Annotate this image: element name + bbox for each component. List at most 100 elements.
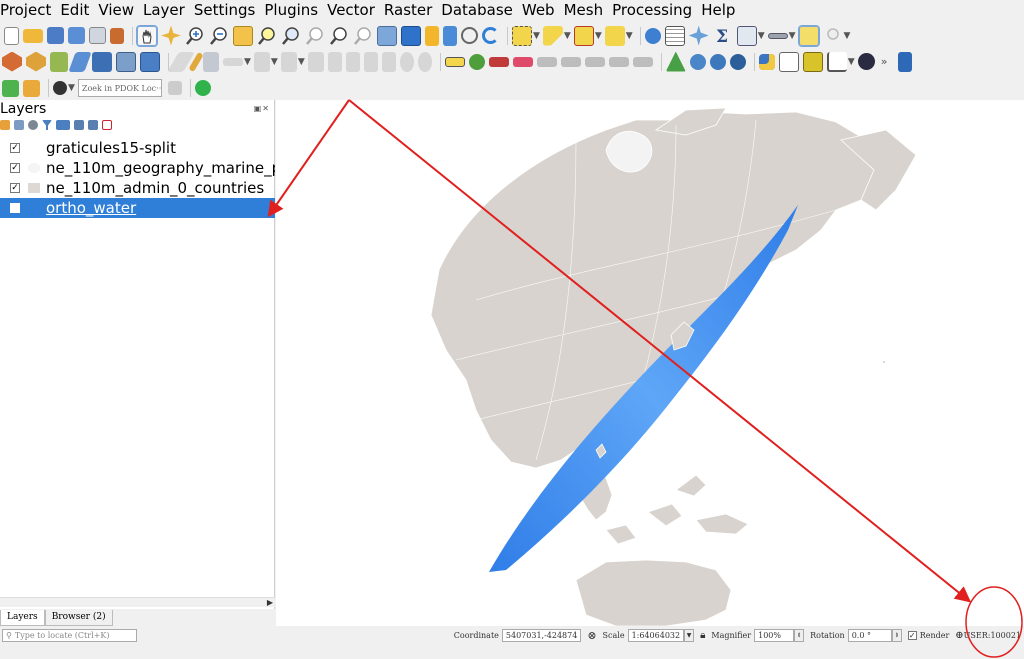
select-location-icon[interactable] bbox=[604, 25, 625, 46]
manage-visibility-icon[interactable] bbox=[28, 120, 38, 130]
measure-icon[interactable] bbox=[767, 32, 788, 39]
globe-icon[interactable] bbox=[709, 53, 726, 70]
delete-selected-icon[interactable] bbox=[327, 51, 342, 72]
layer-row-marine-polys[interactable]: ✓ ne_110m_geography_marine_polys bbox=[0, 158, 275, 178]
paste-features-icon[interactable] bbox=[381, 51, 396, 72]
menu-project[interactable]: Project bbox=[0, 0, 56, 21]
chevron-down-icon[interactable]: ▼ bbox=[626, 31, 633, 41]
chevron-down-icon[interactable]: ▼ bbox=[848, 57, 855, 67]
add-spatialite-icon[interactable] bbox=[50, 51, 68, 72]
python-icon[interactable] bbox=[758, 53, 775, 70]
label-tool-icon[interactable] bbox=[444, 56, 465, 67]
add-feature-icon[interactable] bbox=[253, 51, 270, 72]
pdok-globe-icon[interactable] bbox=[53, 81, 67, 95]
menu-raster[interactable]: Raster bbox=[380, 0, 437, 21]
layer-visibility-checkbox[interactable]: ✓ bbox=[10, 163, 20, 173]
layer-row-ortho-water[interactable]: ✓ ortho_water bbox=[0, 198, 275, 218]
globe-search-icon[interactable] bbox=[689, 53, 706, 70]
rotation-spin-icon[interactable]: ⇕ bbox=[891, 628, 902, 642]
menu-mesh[interactable]: Mesh bbox=[560, 0, 609, 21]
label-change-icon[interactable] bbox=[584, 56, 605, 67]
zoom-next-icon[interactable] bbox=[353, 26, 373, 46]
help-book-icon[interactable] bbox=[898, 51, 913, 72]
magnifier-field[interactable]: 100% bbox=[754, 628, 795, 642]
remove-layer-icon[interactable] bbox=[102, 120, 112, 130]
menu-help[interactable]: Help bbox=[697, 0, 740, 21]
overflow-chevron-icon[interactable]: » bbox=[881, 55, 888, 68]
label-pin-icon[interactable] bbox=[488, 56, 509, 67]
show-bookmarks-icon[interactable] bbox=[443, 25, 457, 46]
new-3d-view-icon[interactable] bbox=[401, 25, 421, 46]
label-highlight-icon[interactable] bbox=[512, 56, 533, 67]
field-calculator-icon[interactable] bbox=[736, 25, 757, 46]
pan-map-icon[interactable] bbox=[136, 24, 158, 47]
select-features-icon[interactable] bbox=[512, 25, 532, 46]
refresh-icon[interactable] bbox=[482, 27, 499, 44]
label-properties-icon[interactable] bbox=[632, 56, 653, 67]
copy-features-icon[interactable] bbox=[363, 51, 378, 72]
scroll-right-icon[interactable]: ▶ bbox=[267, 598, 273, 607]
lock-scale-icon[interactable]: 🔒︎ bbox=[700, 630, 705, 641]
save-project-icon[interactable] bbox=[47, 27, 64, 44]
select-by-value-icon[interactable] bbox=[542, 25, 563, 46]
add-vector-icon[interactable] bbox=[26, 51, 46, 72]
style-icon[interactable] bbox=[0, 120, 10, 130]
graph-icon[interactable] bbox=[826, 51, 847, 72]
undo-icon[interactable] bbox=[399, 51, 414, 72]
chevron-down-icon[interactable]: ▼ bbox=[533, 31, 540, 41]
map-grid-icon[interactable] bbox=[23, 79, 40, 97]
menu-edit[interactable]: Edit bbox=[56, 0, 94, 21]
bookmark-icon[interactable] bbox=[425, 25, 439, 46]
layer-row-graticules[interactable]: ✓ graticules15-split bbox=[0, 138, 275, 158]
layer-row-countries[interactable]: ✓ ne_110m_admin_0_countries bbox=[0, 178, 275, 198]
clear-search-icon[interactable] bbox=[167, 81, 182, 95]
magnifier-spin-icon[interactable]: ⇕ bbox=[794, 628, 805, 642]
tab-browser[interactable]: Browser (2) bbox=[44, 610, 113, 626]
new-project-icon[interactable] bbox=[4, 26, 19, 45]
save-edits-icon[interactable] bbox=[203, 51, 219, 72]
redo-icon[interactable] bbox=[417, 51, 432, 72]
save-as-icon[interactable] bbox=[68, 27, 85, 44]
menu-layer[interactable]: Layer bbox=[139, 0, 190, 21]
chevron-down-icon[interactable]: ▼ bbox=[564, 31, 571, 41]
data-source-manager-icon[interactable] bbox=[2, 51, 22, 72]
plugin-icon[interactable] bbox=[778, 51, 799, 72]
add-group-icon[interactable] bbox=[14, 120, 24, 130]
chevron-down-icon[interactable]: ▼ bbox=[68, 83, 75, 93]
panel-float-close-icon[interactable]: ▣✕ bbox=[254, 104, 270, 113]
map-canvas[interactable] bbox=[276, 100, 1024, 626]
chevron-down-icon[interactable]: ▼ bbox=[758, 31, 765, 41]
zoom-to-selection-icon[interactable] bbox=[257, 26, 277, 46]
render-checkbox[interactable]: ✓ bbox=[907, 630, 917, 640]
menu-settings[interactable]: Settings bbox=[190, 0, 261, 21]
menu-vector[interactable]: Vector bbox=[323, 0, 380, 21]
metasearch-icon[interactable] bbox=[729, 53, 746, 70]
layer-labeling-icon[interactable] bbox=[468, 53, 485, 70]
attribute-table-icon[interactable] bbox=[664, 25, 685, 46]
new-map-view-icon[interactable] bbox=[377, 25, 397, 46]
label-rotate-icon[interactable] bbox=[560, 56, 581, 67]
label-show-icon[interactable] bbox=[608, 56, 629, 67]
layer-visibility-checkbox[interactable]: ✓ bbox=[10, 143, 20, 153]
collapse-all-icon[interactable] bbox=[88, 120, 98, 130]
chevron-down-icon[interactable]: ▼ bbox=[844, 31, 851, 41]
print-layout-icon[interactable] bbox=[89, 27, 106, 44]
quick-search-icon[interactable] bbox=[2, 79, 19, 97]
zoom-last-icon[interactable] bbox=[329, 26, 349, 46]
vertex-tool-icon[interactable] bbox=[280, 51, 297, 72]
identify-icon[interactable] bbox=[644, 27, 661, 44]
chevron-down-icon[interactable]: ▼ bbox=[271, 57, 278, 67]
menu-processing[interactable]: Processing bbox=[608, 0, 697, 21]
scale-field[interactable]: 1:64064032 bbox=[627, 628, 685, 642]
menu-plugins[interactable]: Plugins bbox=[260, 0, 323, 21]
filter-icon[interactable] bbox=[42, 120, 52, 130]
locator-input[interactable]: ⚲ Type to locate (Ctrl+K) bbox=[2, 628, 137, 642]
menu-database[interactable]: Database bbox=[437, 0, 518, 21]
layer-visibility-checkbox[interactable]: ✓ bbox=[10, 203, 20, 213]
style-manager-icon[interactable] bbox=[110, 27, 124, 44]
crs-globe-icon[interactable]: ⊕ bbox=[955, 630, 963, 641]
statistics-icon[interactable]: Σ bbox=[713, 26, 733, 47]
chevron-down-icon[interactable]: ▼ bbox=[298, 57, 305, 67]
cut-features-icon[interactable] bbox=[345, 51, 360, 72]
filter-expression-icon[interactable] bbox=[56, 120, 70, 130]
